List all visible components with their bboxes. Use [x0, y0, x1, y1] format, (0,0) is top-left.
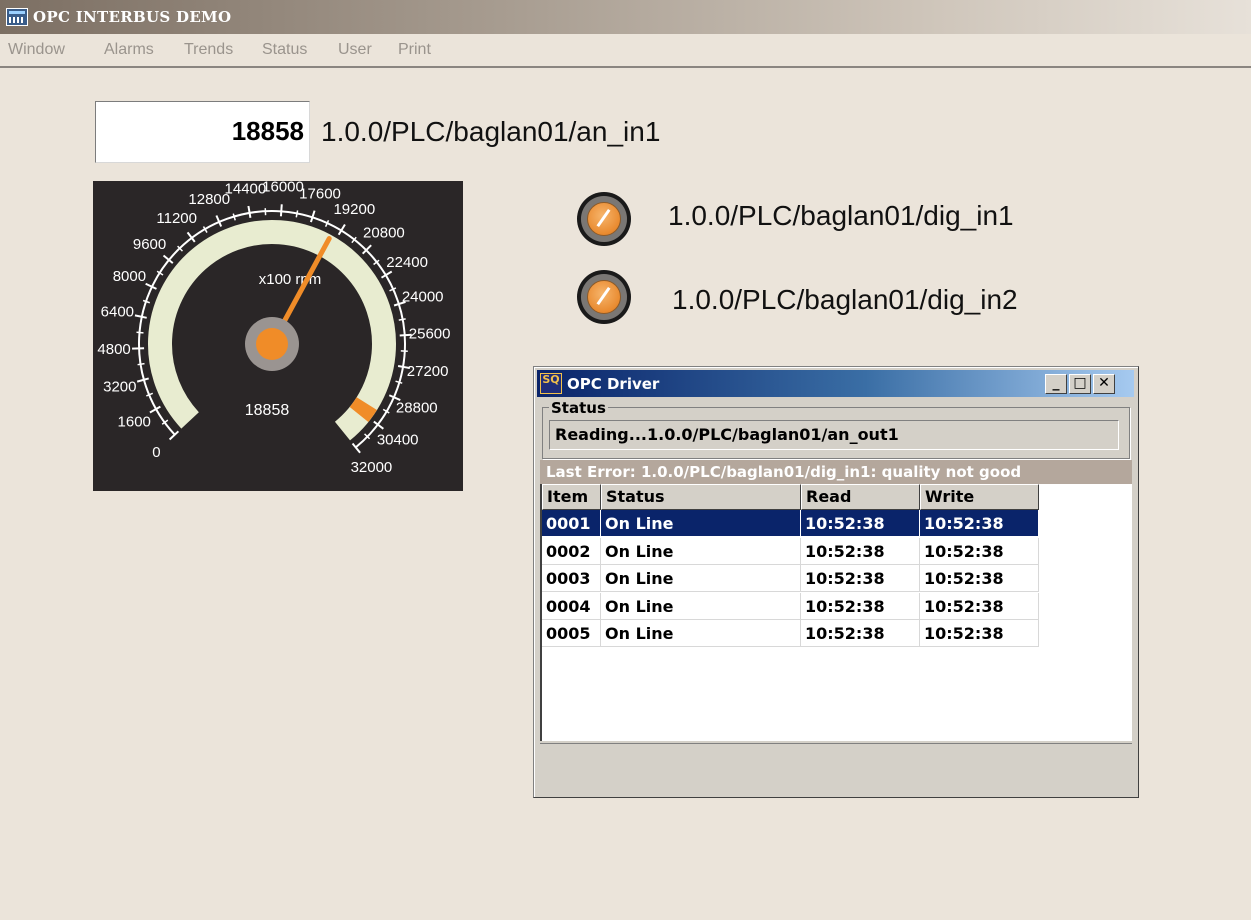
- cell-item: 0003: [542, 565, 601, 592]
- gauge-tick-label: 22400: [386, 254, 428, 271]
- analog-value: 18858: [231, 116, 304, 146]
- menu-print[interactable]: Print: [398, 41, 431, 59]
- cell-status: On Line: [601, 510, 801, 537]
- gauge-tick-label: 20800: [363, 224, 405, 241]
- cell-status: On Line: [601, 620, 801, 647]
- cell-write: 10:52:38: [920, 537, 1039, 565]
- cell-item: 0005: [542, 620, 601, 647]
- cell-status: On Line: [601, 565, 801, 592]
- analog-value-display: 18858: [95, 101, 310, 163]
- gauge-minor-tick: [137, 362, 145, 366]
- gauge-tick-label: 9600: [133, 236, 166, 253]
- maximize-button[interactable]: □: [1069, 374, 1091, 394]
- opc-bottom-panel: [540, 743, 1132, 792]
- item-listview[interactable]: Item Status Read Write 0001 On Line 10:52:…: [540, 484, 1132, 741]
- dig-in2-label: 1.0.0/PLC/baglan01/dig_in2: [672, 284, 1018, 315]
- gauge-tick-label: 28800: [396, 399, 438, 416]
- opc-title-bar[interactable]: SQ OPC Driver _ □ ✕: [537, 370, 1134, 397]
- cell-item: 0002: [542, 537, 601, 565]
- gauge-tick-label: 27200: [407, 363, 449, 380]
- app-title: OPC INTERBUS DEMO: [33, 8, 232, 26]
- gauge-hub-inner: [256, 328, 288, 360]
- gauge-tick: [134, 314, 147, 319]
- opc-driver-window[interactable]: SQ OPC Driver _ □ ✕ Status Reading...1.0…: [533, 366, 1139, 798]
- close-button[interactable]: ✕: [1093, 374, 1115, 394]
- rpm-gauge-svg: 0160032004800640080009600112001280014400…: [97, 181, 451, 476]
- gauge-tick: [361, 244, 372, 255]
- menu-window[interactable]: Window: [8, 41, 65, 59]
- gauge-tick-label: 24000: [402, 288, 444, 305]
- gauge-tick-label: 32000: [351, 459, 393, 476]
- gauge-minor-tick: [295, 210, 299, 218]
- gauge-tick: [279, 204, 283, 217]
- gauge-minor-tick: [398, 318, 406, 321]
- table-row[interactable]: 0002 On Line 10:52:38 10:52:38: [542, 537, 1039, 565]
- cell-write: 10:52:38: [920, 565, 1039, 592]
- gauge-tick-label: 30400: [377, 432, 419, 449]
- cell-write: 10:52:38: [920, 510, 1039, 537]
- table-row[interactable]: 0005 On Line 10:52:38 10:52:38: [542, 620, 1039, 647]
- cell-read: 10:52:38: [801, 537, 920, 565]
- status-field: Reading...1.0.0/PLC/baglan01/an_out1: [549, 420, 1119, 450]
- app-title-bar[interactable]: OPC INTERBUS DEMO: [0, 0, 1251, 34]
- menu-user[interactable]: User: [338, 41, 372, 59]
- column-read[interactable]: Read: [801, 484, 920, 510]
- gauge-tick-label: 16000: [262, 181, 304, 195]
- rpm-gauge: 0 1600 3200 4800 6400 8000 9600 11200 12800 14400…: [93, 181, 463, 491]
- cell-item: 0001: [542, 510, 601, 537]
- gauge-tick-label: 25600: [409, 326, 451, 343]
- last-error-bar: Last Error: 1.0.0/PLC/baglan01/dig_in1: …: [540, 460, 1132, 484]
- gauge-minor-tick: [395, 380, 403, 384]
- cell-read: 10:52:38: [801, 592, 920, 620]
- gauge-tick-label: 4800: [97, 341, 130, 358]
- cell-item: 0004: [542, 592, 601, 620]
- cell-read: 10:52:38: [801, 565, 920, 592]
- gauge-tick-label: 11200: [156, 210, 197, 227]
- opc-title: OPC Driver: [567, 375, 660, 393]
- gauge-tick-label: 3200: [103, 378, 136, 395]
- app-icon[interactable]: [6, 8, 28, 26]
- gauge-minor-tick: [232, 213, 236, 221]
- gauge-tick-label: 14400: [225, 181, 267, 197]
- gauge-tick-label: 19200: [333, 201, 375, 218]
- gauge-tick-label: 1600: [118, 413, 151, 430]
- status-legend: Status: [549, 399, 608, 417]
- gauge-tick-label: 6400: [101, 304, 134, 321]
- cell-status: On Line: [601, 592, 801, 620]
- column-status[interactable]: Status: [601, 484, 801, 510]
- gauge-readout: 18858: [245, 402, 290, 419]
- gauge-tick: [247, 205, 252, 218]
- table-row[interactable]: 0003 On Line 10:52:38 10:52:38: [542, 565, 1039, 592]
- dig-in2-indicator: [577, 270, 631, 324]
- gauge-minor-tick: [136, 331, 144, 334]
- gauge-tick-label: 0: [152, 444, 160, 461]
- dig-in1-indicator: [577, 192, 631, 246]
- cell-write: 10:52:38: [920, 592, 1039, 620]
- cell-read: 10:52:38: [801, 510, 920, 537]
- cell-write: 10:52:38: [920, 620, 1039, 647]
- gauge-limit-marker: [349, 397, 377, 423]
- cell-read: 10:52:38: [801, 620, 920, 647]
- gauge-tick-label: 17600: [299, 185, 341, 202]
- dig-in1-label: 1.0.0/PLC/baglan01/dig_in1: [668, 200, 1014, 231]
- minimize-button[interactable]: _: [1045, 374, 1067, 394]
- menu-alarms[interactable]: Alarms: [104, 41, 154, 59]
- menu-status[interactable]: Status: [262, 41, 307, 59]
- menu-bar: Window Alarms Trends Status User Print: [0, 34, 1251, 68]
- status-groupbox: Status Reading...1.0.0/PLC/baglan01/an_o…: [542, 399, 1130, 459]
- cell-status: On Line: [601, 537, 801, 565]
- table-row[interactable]: 0001 On Line 10:52:38 10:52:38: [542, 510, 1039, 537]
- table-row[interactable]: 0004 On Line 10:52:38 10:52:38: [542, 592, 1039, 620]
- gauge-minor-tick: [142, 299, 151, 304]
- gauge-tick-label: 8000: [113, 268, 146, 285]
- menu-trends[interactable]: Trends: [184, 41, 233, 59]
- analog-tag-label: 1.0.0/PLC/baglan01/an_in1: [321, 116, 661, 147]
- column-item[interactable]: Item: [542, 484, 601, 510]
- column-write[interactable]: Write: [920, 484, 1039, 510]
- sq-driver-icon[interactable]: SQ: [540, 373, 562, 394]
